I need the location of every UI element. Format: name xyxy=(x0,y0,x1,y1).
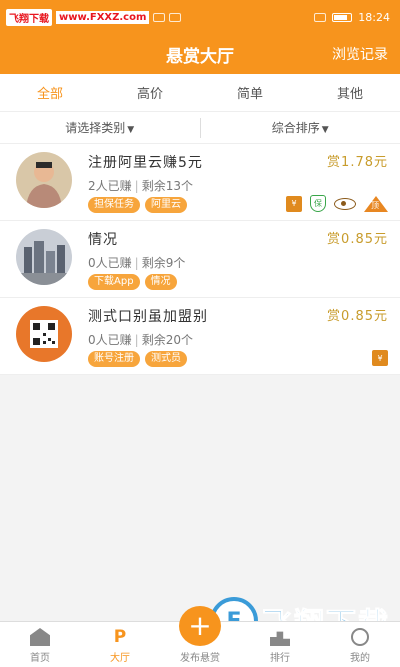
status-bar: 飞翔下载 www.FXXZ.com 18:24 xyxy=(0,0,400,34)
earned-count: 0人已赚 xyxy=(88,333,132,347)
task-meta: 0人已赚 | 剩余9个 xyxy=(88,254,388,271)
task-badges: ¥ 保 顶 xyxy=(286,195,388,212)
notification-icon xyxy=(153,12,166,22)
lobby-icon: P xyxy=(113,627,127,647)
reward-amount: 赏1.78元 xyxy=(327,155,388,170)
sort-filter[interactable]: 综合排序 ▼ xyxy=(201,119,400,136)
tag: 账号注册 xyxy=(88,351,140,367)
sort-filter-label: 综合排序 xyxy=(271,121,320,135)
task-tags: 下载App 情况 xyxy=(88,274,388,290)
tag: 担保任务 xyxy=(88,197,140,213)
earned-count: 0人已赚 xyxy=(88,256,132,270)
watermark-label: 飞翔下载 xyxy=(6,8,52,26)
avatar xyxy=(16,306,72,362)
page-title: 悬赏大厅 xyxy=(166,46,234,67)
browse-history-link[interactable]: 浏览记录 xyxy=(332,44,388,64)
status-left: 飞翔下载 www.FXXZ.com xyxy=(6,8,182,26)
home-icon xyxy=(30,628,50,646)
tabbar-label: 首页 xyxy=(30,653,50,664)
remaining-count: 剩余9个 xyxy=(141,256,186,270)
status-right: 18:24 xyxy=(314,11,390,24)
user-icon xyxy=(351,628,369,646)
avatar xyxy=(16,229,72,285)
category-filter[interactable]: 请选择类别 ▼ xyxy=(0,119,200,136)
tabbar-label: 排行 xyxy=(270,653,290,664)
tabbar-lobby[interactable]: P 大厅 xyxy=(80,622,160,667)
remaining-count: 剩余13个 xyxy=(141,179,193,193)
earned-count: 2人已赚 xyxy=(88,179,132,193)
task-meta: 2人已赚 | 剩余13个 xyxy=(88,177,388,194)
tabbar-home[interactable]: 首页 xyxy=(0,622,80,667)
protect-icon: 保 xyxy=(310,195,326,212)
rank-icon xyxy=(270,631,290,646)
tag: 测式员 xyxy=(145,351,187,367)
watermark-url: www.FXXZ.com xyxy=(56,10,150,24)
guarantee-icon: ¥ xyxy=(372,350,388,366)
tab-all[interactable]: 全部 xyxy=(0,83,100,102)
meta-separator: | xyxy=(134,333,139,347)
avatar xyxy=(16,152,72,208)
guarantee-icon: ¥ xyxy=(286,195,302,212)
caret-down-icon: ▼ xyxy=(321,125,329,135)
tag: 阿里云 xyxy=(145,197,187,213)
task-body: 情况 0人已赚 | 剩余9个 下载App 情况 赏0.85元 xyxy=(88,226,388,297)
tab-simple[interactable]: 简单 xyxy=(200,83,300,102)
remaining-count: 剩余20个 xyxy=(141,333,193,347)
tabbar-label: 大厅 xyxy=(110,653,130,664)
meta-separator: | xyxy=(134,256,139,270)
plus-icon[interactable]: + xyxy=(179,606,221,646)
tab-other[interactable]: 其他 xyxy=(300,83,400,102)
caret-down-icon: ▼ xyxy=(127,125,135,135)
status-time: 18:24 xyxy=(358,10,390,24)
filter-bar: 请选择类别 ▼ 综合排序 ▼ xyxy=(0,112,400,144)
alarm-icon xyxy=(314,12,327,22)
tabbar-me[interactable]: 我的 xyxy=(320,622,400,667)
storage-icon xyxy=(169,12,182,22)
meta-separator: | xyxy=(134,179,139,193)
task-item[interactable]: 注册阿里云赚5元 2人已赚 | 剩余13个 担保任务 阿里云 赏1.78元 ¥ 保 … xyxy=(0,144,400,221)
tag: 情况 xyxy=(144,274,177,290)
task-badges: ¥ xyxy=(372,350,388,366)
eye-icon xyxy=(334,197,356,210)
app-header: 悬赏大厅 浏览记录 xyxy=(0,34,400,74)
category-filter-label: 请选择类别 xyxy=(65,121,126,135)
task-tags: 账号注册 测式员 xyxy=(88,351,388,367)
tabbar-label: 发布悬赏 xyxy=(180,653,220,664)
tabbar-rank[interactable]: 排行 xyxy=(240,622,320,667)
task-item[interactable]: 测式口别虽加盟别 0人已赚 | 剩余20个 账号注册 测式员 赏0.85元 ¥ xyxy=(0,298,400,375)
tabbar-publish[interactable]: + 发布悬赏 xyxy=(160,606,240,667)
tab-high-price[interactable]: 高价 xyxy=(100,83,200,102)
task-list: 注册阿里云赚5元 2人已赚 | 剩余13个 担保任务 阿里云 赏1.78元 ¥ 保 … xyxy=(0,144,400,375)
task-item[interactable]: 情况 0人已赚 | 剩余9个 下载App 情况 赏0.85元 xyxy=(0,221,400,298)
reward-amount: 赏0.85元 xyxy=(327,309,388,324)
tag: 下载App xyxy=(88,274,140,290)
reward-amount: 赏0.85元 xyxy=(327,232,388,247)
task-body: 测式口别虽加盟别 0人已赚 | 剩余20个 账号注册 测式员 赏0.85元 ¥ xyxy=(88,303,388,374)
top-icon-label: 顶 xyxy=(371,200,379,210)
task-meta: 0人已赚 | 剩余20个 xyxy=(88,331,388,348)
category-tabs: 全部 高价 简单 其他 xyxy=(0,74,400,112)
task-body: 注册阿里云赚5元 2人已赚 | 剩余13个 担保任务 阿里云 赏1.78元 ¥ 保 … xyxy=(88,149,388,220)
battery-icon xyxy=(332,12,353,22)
tabbar-label: 我的 xyxy=(350,653,370,664)
bottom-tabbar: 首页 P 大厅 + 发布悬赏 排行 我的 xyxy=(0,606,400,667)
top-icon: 顶 xyxy=(364,195,388,212)
